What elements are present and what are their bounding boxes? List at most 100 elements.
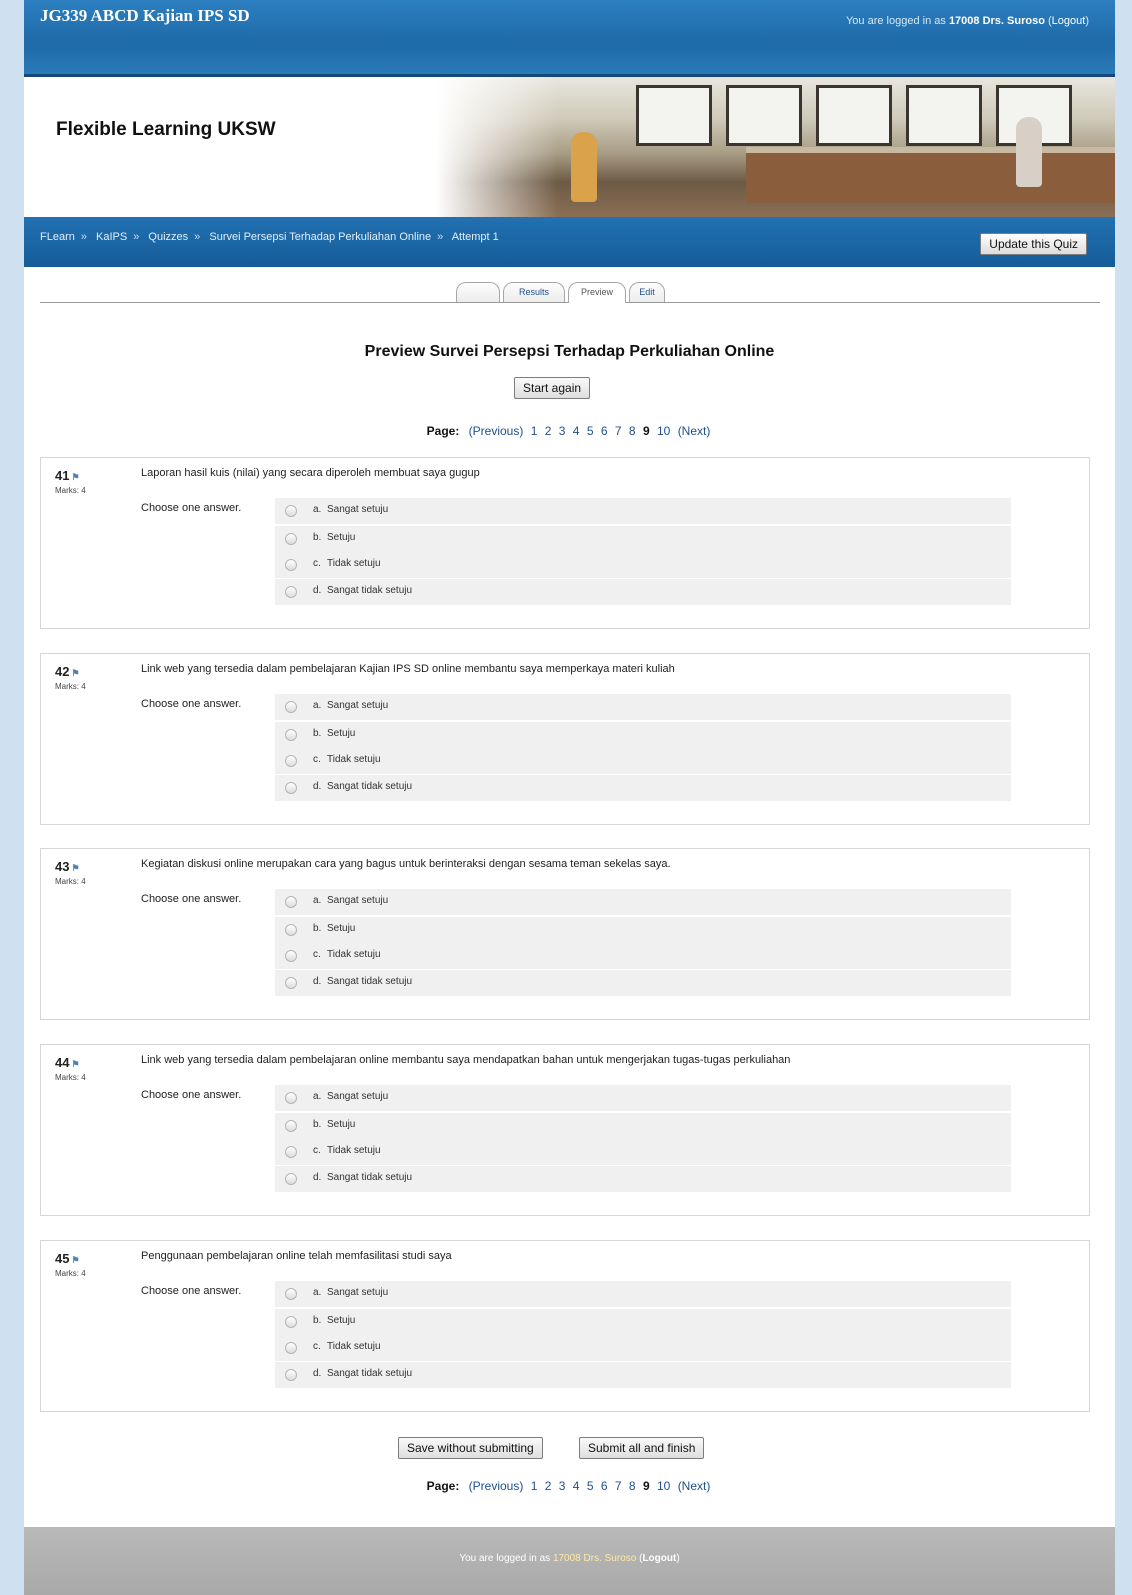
pager-next[interactable]: (Next) xyxy=(678,1479,711,1493)
flag-icon[interactable]: ⚑ xyxy=(71,668,79,678)
answer-option[interactable]: d. Sangat tidak setuju xyxy=(275,1362,1011,1388)
radio-button[interactable] xyxy=(285,1316,297,1328)
answer-option[interactable]: c. Tidak setuju xyxy=(275,552,1011,578)
pager-page-10[interactable]: 10 xyxy=(657,424,670,438)
breadcrumb-item[interactable]: FLearn xyxy=(40,231,75,243)
option-text: Setuju xyxy=(327,532,356,543)
answer-option[interactable]: a. Sangat setuju xyxy=(275,694,1011,720)
answer-option[interactable]: c. Tidak setuju xyxy=(275,1139,1011,1165)
pager-page-6[interactable]: 6 xyxy=(601,1479,608,1493)
answer-option[interactable]: d. Sangat tidak setuju xyxy=(275,1166,1011,1192)
radio-button[interactable] xyxy=(285,1173,297,1185)
radio-button[interactable] xyxy=(285,729,297,741)
tab-edit[interactable]: Edit xyxy=(629,282,665,302)
answer-option[interactable]: b. Setuju xyxy=(275,722,1011,748)
radio-button[interactable] xyxy=(285,1092,297,1104)
breadcrumb-item[interactable]: KaIPS xyxy=(96,231,127,243)
radio-button[interactable] xyxy=(285,755,297,767)
option-letter: d. xyxy=(313,585,322,596)
user-link[interactable]: 17008 Drs. Suroso xyxy=(949,15,1045,27)
option-letter: d. xyxy=(313,1368,322,1379)
logout-link[interactable]: Logout xyxy=(642,1553,676,1564)
answer-option[interactable]: a. Sangat setuju xyxy=(275,889,1011,915)
pager-previous[interactable]: (Previous) xyxy=(469,424,524,438)
answer-option[interactable]: b. Setuju xyxy=(275,1113,1011,1139)
pager-page-5[interactable]: 5 xyxy=(587,1479,594,1493)
answer-option[interactable]: c. Tidak setuju xyxy=(275,1335,1011,1361)
tab-preview[interactable]: Preview xyxy=(568,282,626,303)
answer-option[interactable]: d. Sangat tidak setuju xyxy=(275,970,1011,996)
pager-page-7[interactable]: 7 xyxy=(615,424,622,438)
tab-info[interactable] xyxy=(456,282,500,302)
pager-page-4[interactable]: 4 xyxy=(573,424,580,438)
update-quiz-button[interactable]: Update this Quiz xyxy=(980,233,1087,255)
option-letter: b. xyxy=(313,1315,322,1326)
breadcrumb-item[interactable]: Quizzes xyxy=(148,231,188,243)
radio-button[interactable] xyxy=(285,950,297,962)
radio-button[interactable] xyxy=(285,1342,297,1354)
pager-page-2[interactable]: 2 xyxy=(545,1479,552,1493)
radio-button[interactable] xyxy=(285,559,297,571)
radio-button[interactable] xyxy=(285,1120,297,1132)
radio-button[interactable] xyxy=(285,977,297,989)
breadcrumb-separator: » xyxy=(437,231,444,243)
breadcrumb-item[interactable]: Survei Persepsi Terhadap Perkuliahan Onl… xyxy=(209,231,431,243)
radio-button[interactable] xyxy=(285,1369,297,1381)
flag-icon[interactable]: ⚑ xyxy=(71,863,79,873)
radio-button[interactable] xyxy=(285,701,297,713)
question-42: 42 ⚑ Marks: 4 Link web yang tersedia dala… xyxy=(40,653,1090,825)
user-link[interactable]: 17008 Drs. Suroso xyxy=(553,1553,636,1564)
pager-page-2[interactable]: 2 xyxy=(545,424,552,438)
pager-page-5[interactable]: 5 xyxy=(587,424,594,438)
flag-icon[interactable]: ⚑ xyxy=(71,1255,79,1265)
radio-button[interactable] xyxy=(285,586,297,598)
pager-page-1[interactable]: 1 xyxy=(531,1479,538,1493)
answer-option[interactable]: a. Sangat setuju xyxy=(275,1281,1011,1307)
option-letter: c. xyxy=(313,949,321,960)
pager-previous[interactable]: (Previous) xyxy=(469,1479,524,1493)
save-without-submitting-button[interactable]: Save without submitting xyxy=(398,1437,543,1459)
radio-button[interactable] xyxy=(285,505,297,517)
option-letter: a. xyxy=(313,1287,322,1298)
answer-option[interactable]: c. Tidak setuju xyxy=(275,748,1011,774)
pager-page-3[interactable]: 3 xyxy=(559,424,566,438)
option-text: Sangat setuju xyxy=(327,700,389,711)
question-number: 43 ⚑ xyxy=(55,859,80,874)
radio-button[interactable] xyxy=(285,896,297,908)
answer-option[interactable]: d. Sangat tidak setuju xyxy=(275,579,1011,605)
answer-option[interactable]: b. Setuju xyxy=(275,917,1011,943)
radio-button[interactable] xyxy=(285,924,297,936)
logout-link[interactable]: Logout xyxy=(1052,15,1086,27)
login-prefix: You are logged in as xyxy=(845,15,946,27)
answer-option[interactable]: a. Sangat setuju xyxy=(275,1085,1011,1111)
submit-all-button[interactable]: Submit all and finish xyxy=(579,1437,705,1459)
pager-page-6[interactable]: 6 xyxy=(601,424,608,438)
flag-icon[interactable]: ⚑ xyxy=(71,472,79,482)
pager-page-7[interactable]: 7 xyxy=(615,1479,622,1493)
answer-option[interactable]: b. Setuju xyxy=(275,526,1011,552)
pager-page-10[interactable]: 10 xyxy=(657,1479,670,1493)
flag-icon[interactable]: ⚑ xyxy=(71,1059,79,1069)
radio-button[interactable] xyxy=(285,1146,297,1158)
answer-option[interactable]: c. Tidak setuju xyxy=(275,943,1011,969)
radio-button[interactable] xyxy=(285,533,297,545)
answer-option[interactable]: d. Sangat tidak setuju xyxy=(275,775,1011,801)
pager-next[interactable]: (Next) xyxy=(678,424,711,438)
pager-page-8[interactable]: 8 xyxy=(629,1479,636,1493)
answer-option[interactable]: b. Setuju xyxy=(275,1309,1011,1335)
pager-page-1[interactable]: 1 xyxy=(531,424,538,438)
nav-bar: FLearn » KaIPS » Quizzes » Survei Persepsi … xyxy=(24,217,1115,267)
person-shape xyxy=(1016,117,1042,187)
answer-option[interactable]: a. Sangat setuju xyxy=(275,498,1011,524)
radio-button[interactable] xyxy=(285,782,297,794)
pager-page-4[interactable]: 4 xyxy=(573,1479,580,1493)
pager-page-8[interactable]: 8 xyxy=(629,424,636,438)
option-letter: c. xyxy=(313,1145,321,1156)
start-again-button[interactable]: Start again xyxy=(514,377,591,399)
tab-row: Results Preview Edit xyxy=(40,282,1100,303)
pager-page-3[interactable]: 3 xyxy=(559,1479,566,1493)
window-shape xyxy=(906,85,982,146)
tab-results[interactable]: Results xyxy=(503,282,565,302)
radio-button[interactable] xyxy=(285,1288,297,1300)
option-text: Sangat tidak setuju xyxy=(327,781,413,792)
